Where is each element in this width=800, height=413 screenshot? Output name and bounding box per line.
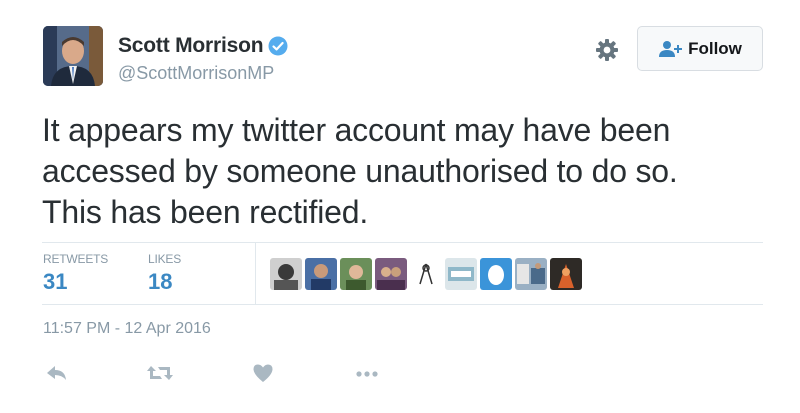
heart-icon[interactable]: [251, 362, 279, 384]
liker-avatar[interactable]: [270, 258, 302, 290]
follow-button-label: Follow: [688, 38, 742, 58]
user-handle[interactable]: @ScottMorrisonMP: [118, 63, 274, 84]
gear-icon[interactable]: [594, 37, 620, 63]
retweets-stat[interactable]: RETWEETS 31: [43, 252, 108, 295]
liker-avatar[interactable]: [445, 258, 477, 290]
liker-avatar[interactable]: [305, 258, 337, 290]
reply-icon[interactable]: [45, 362, 73, 384]
user-name-row: Scott Morrison: [118, 34, 288, 58]
likes-count: 18: [148, 269, 173, 294]
tweet-stats: RETWEETS 31 LIKES 18: [42, 242, 763, 305]
liker-avatar[interactable]: [340, 258, 372, 290]
tweet-text-line: It appears my twitter account may have b…: [42, 112, 671, 148]
liker-avatar[interactable]: [550, 258, 582, 290]
user-name[interactable]: Scott Morrison: [118, 34, 264, 58]
tweet-text: It appears my twitter account may have b…: [42, 110, 762, 233]
retweets-label: RETWEETS: [43, 252, 109, 266]
verified-badge-icon: [268, 36, 288, 56]
likes-stat[interactable]: LIKES 18: [148, 252, 181, 295]
tweet-timestamp[interactable]: 11:57 PM - 12 Apr 2016: [43, 320, 211, 338]
liker-avatar[interactable]: [375, 258, 407, 290]
liker-avatar[interactable]: [410, 258, 442, 290]
stats-divider: [255, 243, 256, 304]
follow-button[interactable]: Follow: [637, 26, 763, 71]
add-user-icon: [658, 40, 684, 58]
avatar[interactable]: [43, 26, 103, 86]
tweet-text-line: accessed by someone unauthorised to do s…: [42, 153, 678, 189]
more-icon[interactable]: [353, 362, 381, 384]
retweet-icon[interactable]: [146, 362, 174, 384]
liker-avatars: [270, 258, 582, 290]
liker-avatar[interactable]: [480, 258, 512, 290]
tweet-text-line: This has been rectified.: [42, 194, 369, 230]
retweets-count: 31: [43, 269, 68, 294]
liker-avatar[interactable]: [515, 258, 547, 290]
likes-label: LIKES: [148, 252, 182, 266]
